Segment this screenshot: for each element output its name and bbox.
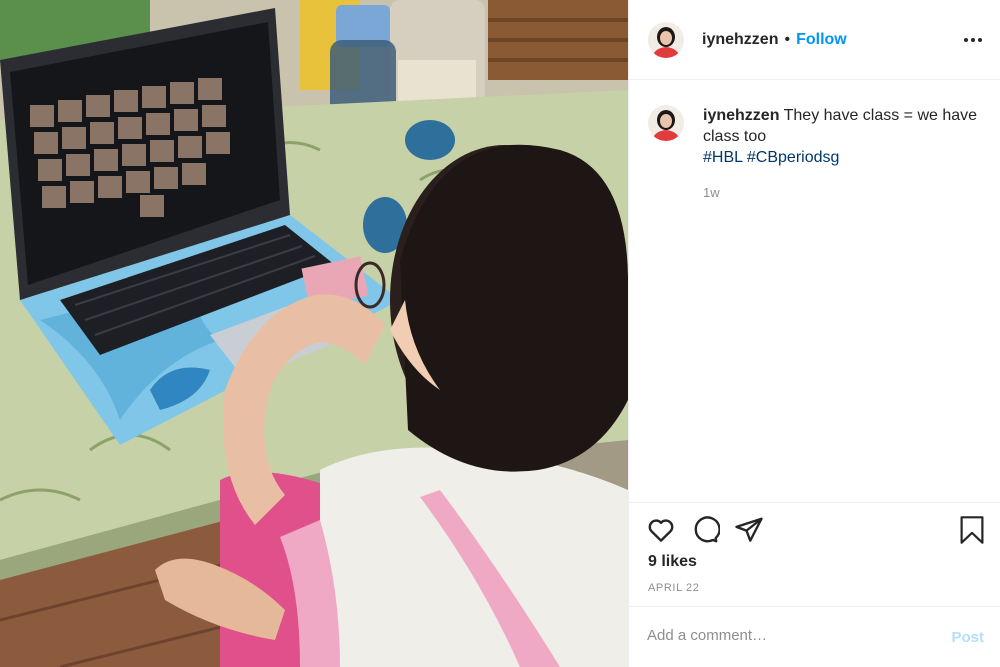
share-icon[interactable] — [734, 515, 764, 545]
post-header: iynehzzen • Follow — [629, 0, 1000, 80]
caption-body: iynehzzen They have class = we have clas… — [703, 105, 988, 203]
comment-input[interactable] — [647, 627, 937, 644]
caption-username[interactable]: iynehzzen — [703, 107, 779, 124]
follow-button[interactable]: Follow — [796, 31, 847, 49]
photo-illustration — [0, 0, 628, 667]
more-horizontal-icon[interactable] — [961, 28, 985, 52]
heart-icon[interactable] — [646, 515, 676, 545]
caption-age[interactable]: 1w — [703, 182, 988, 203]
caption-avatar[interactable] — [648, 105, 684, 141]
post-photo[interactable] — [0, 0, 628, 667]
avatar-image — [648, 21, 684, 58]
avatar[interactable] — [648, 21, 684, 58]
caption-text-block: iynehzzen They have class = we have clas… — [703, 105, 988, 147]
action-bar: 9 likes APRIL 22 — [629, 502, 1000, 606]
bookmark-icon[interactable] — [958, 515, 986, 545]
likes-count[interactable]: 9 likes — [648, 553, 697, 571]
comment-icon[interactable] — [690, 515, 720, 545]
author-username[interactable]: iynehzzen — [702, 31, 778, 49]
hashtag-link[interactable]: #HBL — [703, 149, 742, 166]
post-sidebar: iynehzzen • Follow iynehzzen They have c… — [628, 0, 1000, 667]
separator-dot: • — [784, 30, 791, 48]
hashtag-link[interactable]: #CBperiodsg — [747, 149, 840, 166]
hashtags: #HBL #CBperiodsg — [703, 147, 988, 168]
post-date[interactable]: APRIL 22 — [648, 582, 699, 594]
caption: iynehzzen They have class = we have clas… — [648, 105, 988, 203]
post-comment-button[interactable]: Post — [951, 629, 984, 646]
comment-box: Post — [629, 606, 1000, 667]
avatar-image — [648, 105, 684, 141]
action-icons — [646, 515, 778, 545]
